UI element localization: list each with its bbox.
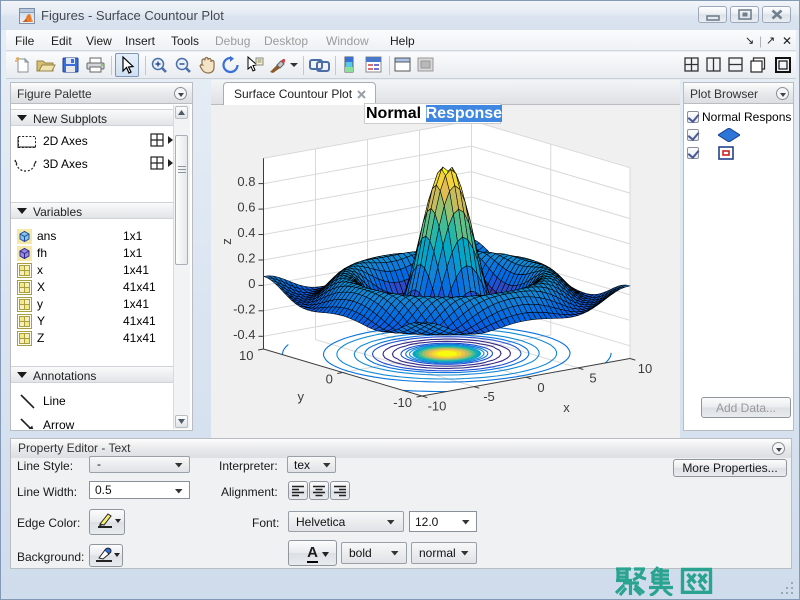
svg-text:0: 0 [537, 380, 544, 395]
svg-text:0.6: 0.6 [237, 200, 255, 215]
svg-text:0.8: 0.8 [237, 174, 255, 189]
svg-text:y: y [298, 389, 305, 404]
svg-text:10: 10 [638, 361, 652, 376]
svg-text:10: 10 [239, 348, 253, 363]
svg-text:0.2: 0.2 [237, 251, 255, 266]
svg-text:0: 0 [248, 276, 255, 291]
svg-text:0.4: 0.4 [237, 225, 255, 240]
svg-text:-5: -5 [483, 389, 495, 404]
svg-text:5: 5 [589, 370, 596, 385]
svg-text:z: z [219, 238, 234, 245]
svg-text:-0.4: -0.4 [233, 327, 255, 342]
svg-text:-0.2: -0.2 [233, 301, 255, 316]
svg-text:-10: -10 [428, 399, 447, 414]
svg-text:x: x [563, 400, 570, 415]
svg-text:0: 0 [326, 372, 333, 387]
svg-text:-10: -10 [393, 395, 412, 410]
